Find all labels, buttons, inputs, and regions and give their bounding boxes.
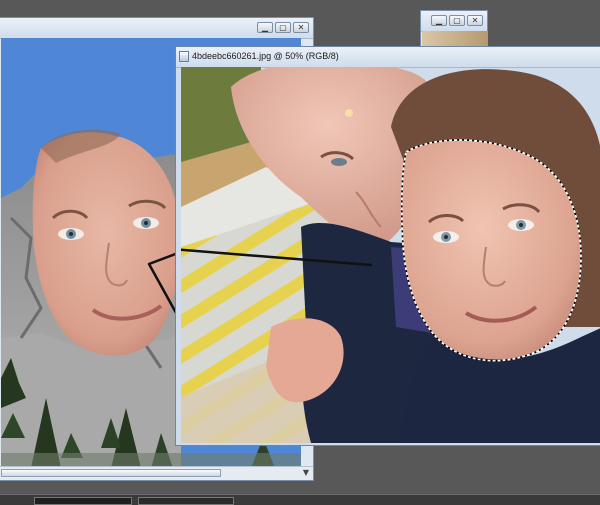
scroll-down-icon[interactable]: ▼: [303, 468, 309, 477]
minimize-icon[interactable]: ▁: [431, 15, 447, 26]
maximize-icon[interactable]: ▢: [449, 15, 465, 26]
third-window-titlebar[interactable]: ▁ ▢ ✕: [421, 11, 487, 32]
front-document-window[interactable]: 4bdeebc660261.jpg @ 50% (RGB/8): [175, 46, 600, 446]
front-window-canvas[interactable]: [181, 67, 600, 443]
third-document-window[interactable]: ▁ ▢ ✕: [420, 10, 488, 49]
back-window-titlebar[interactable]: ▁ ▢ ✕: [0, 18, 313, 39]
document-icon: [179, 51, 189, 62]
minimize-icon[interactable]: ▁: [257, 22, 273, 33]
workspace: ▁ ▢ ✕ ▁ ▢ ✕ ▼ 4bdeebc660261.jpg @ 50% (R…: [0, 0, 600, 505]
taskbar: [0, 494, 600, 505]
horizontal-scrollbar[interactable]: ▼: [0, 466, 313, 480]
front-window-title: 4bdeebc660261.jpg @ 50% (RGB/8): [192, 51, 339, 61]
maximize-icon[interactable]: ▢: [275, 22, 291, 33]
close-icon[interactable]: ✕: [467, 15, 483, 26]
close-icon[interactable]: ✕: [293, 22, 309, 33]
couple-photo: [181, 67, 600, 443]
scrollbar-thumb[interactable]: [1, 469, 221, 477]
front-window-titlebar[interactable]: 4bdeebc660261.jpg @ 50% (RGB/8): [176, 47, 600, 68]
